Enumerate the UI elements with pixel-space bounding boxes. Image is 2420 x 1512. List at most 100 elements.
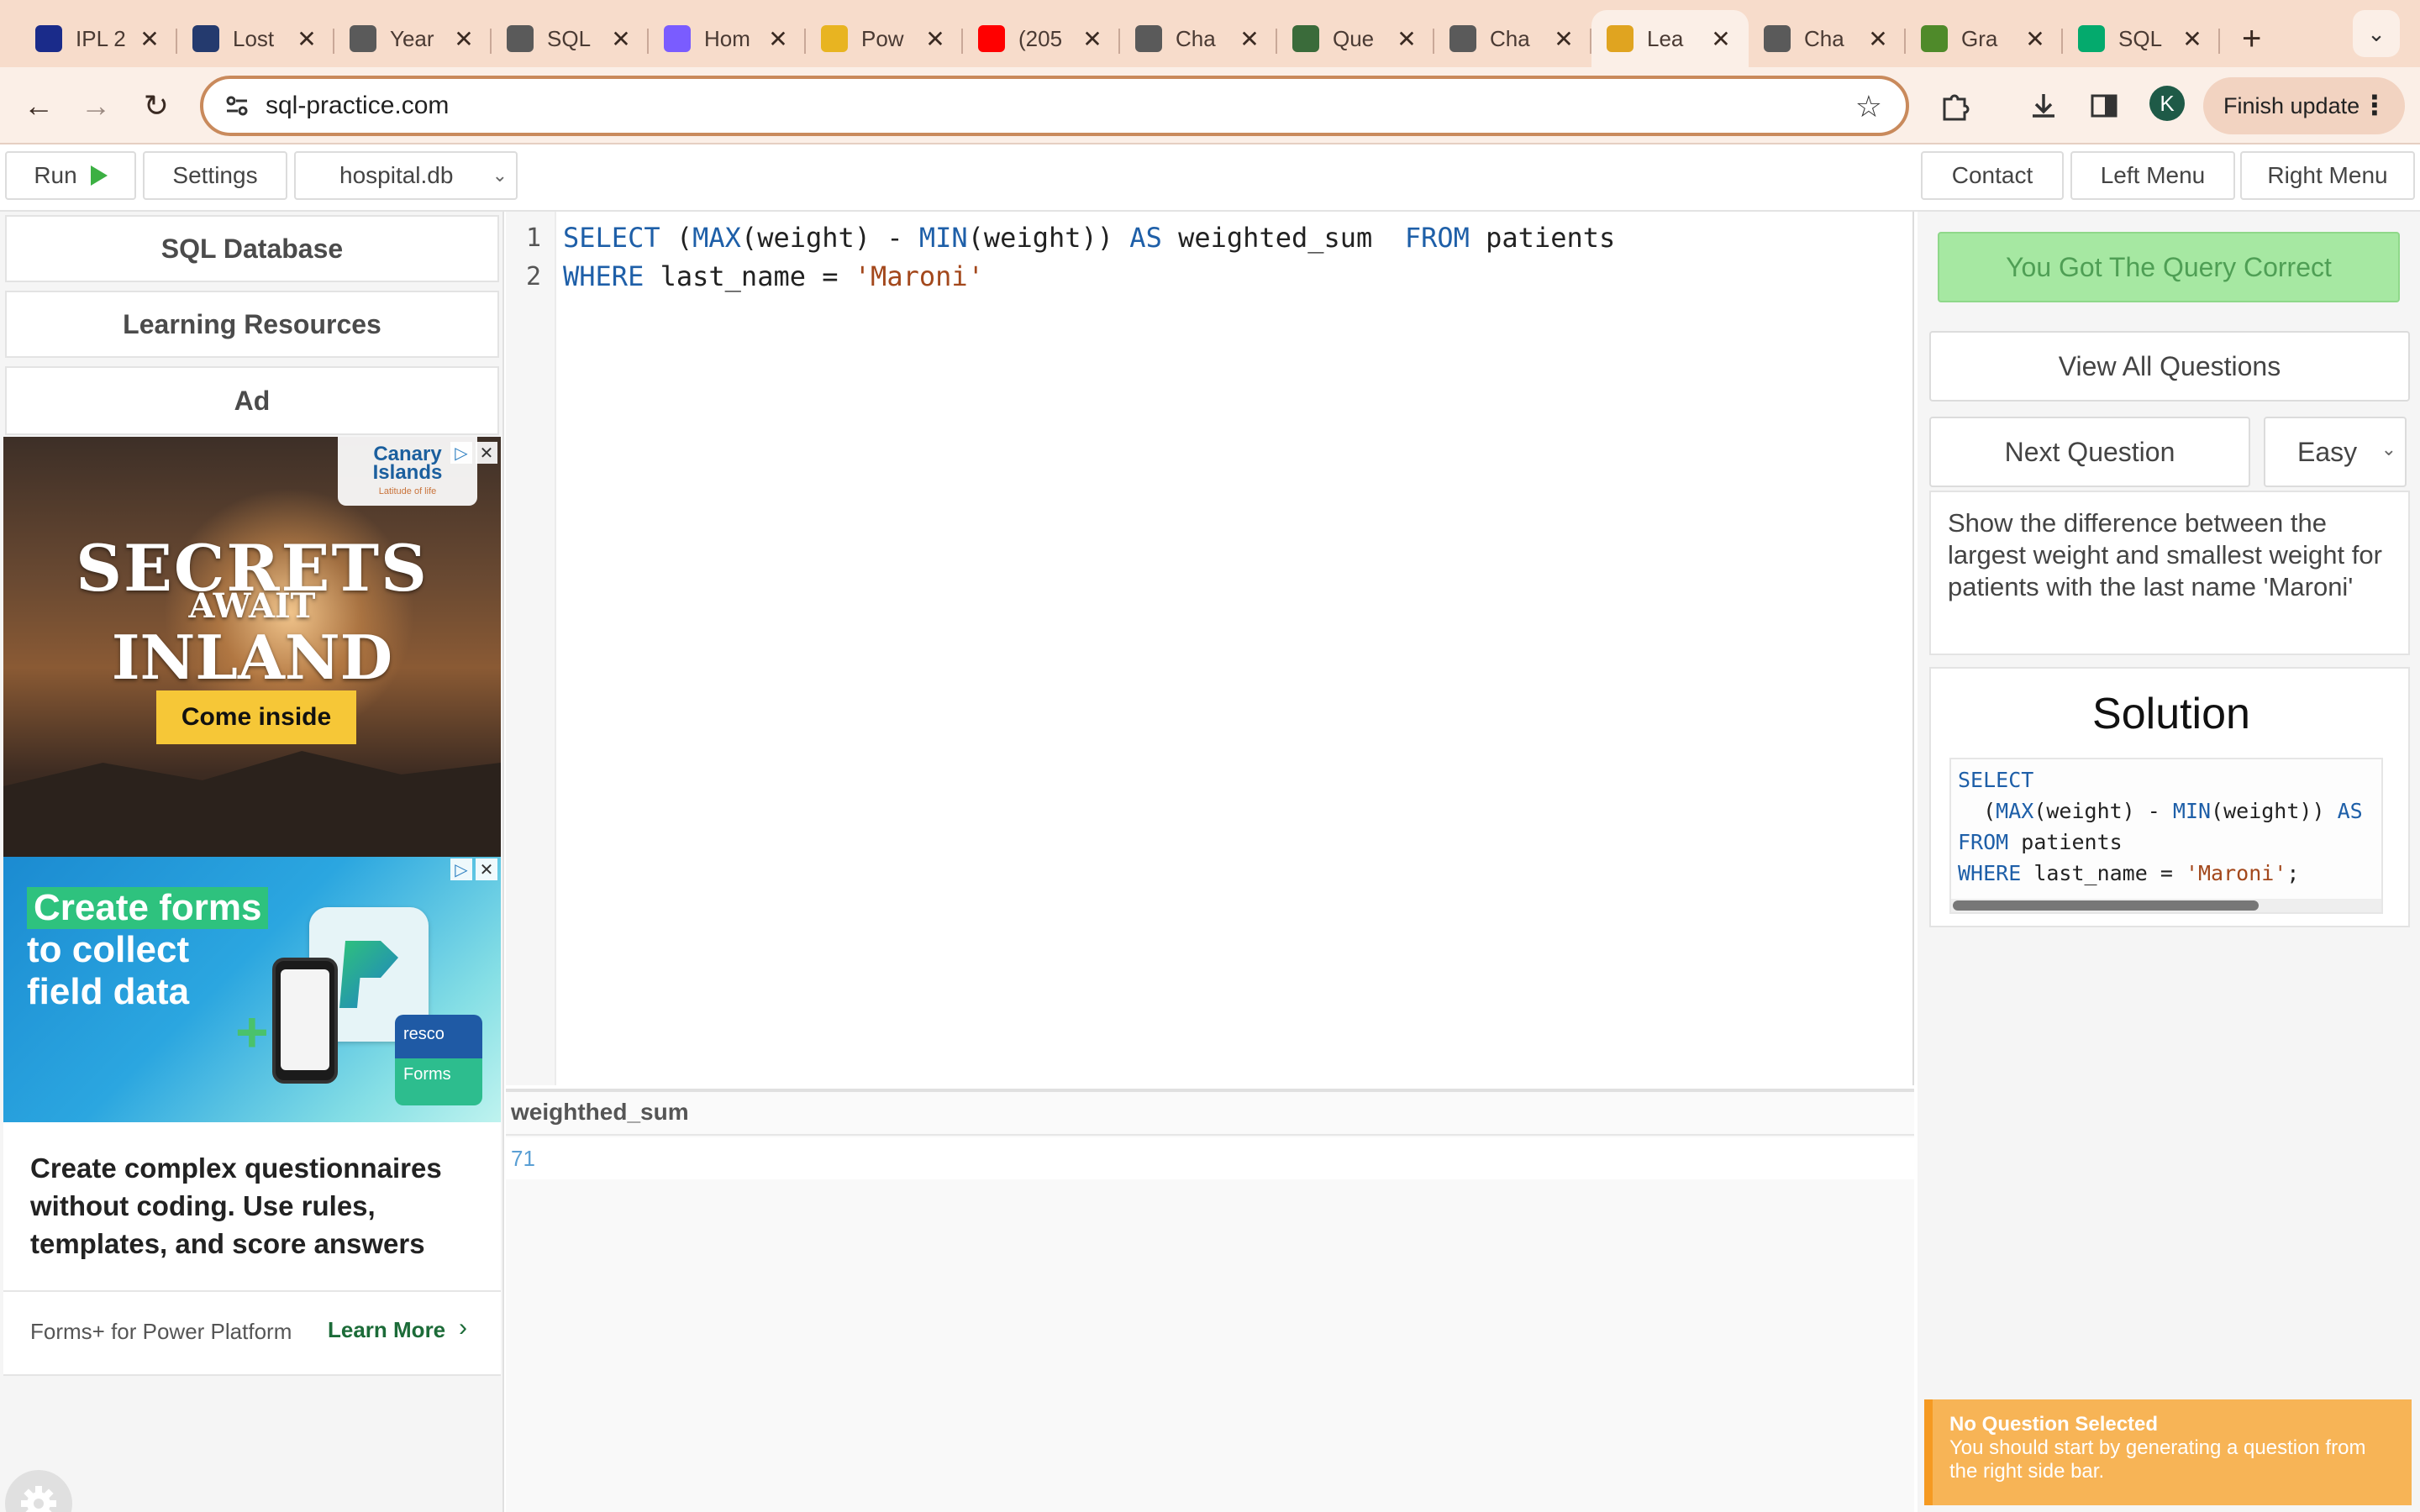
ad-header: Ad — [5, 366, 499, 435]
close-icon[interactable]: ✕ — [137, 25, 162, 53]
adchoices-icon[interactable]: ▷ — [450, 858, 472, 880]
sql-text: (weight)) — [967, 222, 1130, 254]
right-menu-button[interactable]: Right Menu — [2240, 151, 2415, 200]
copilot-icon — [664, 25, 691, 52]
reload-button[interactable]: ↻ — [138, 87, 175, 124]
w3schools-icon — [2078, 25, 2105, 52]
next-question-button[interactable]: Next Question — [1929, 417, 2250, 487]
browser-tab[interactable]: Lost ✕ — [177, 10, 334, 67]
close-icon[interactable]: ✕ — [1708, 25, 1733, 53]
difficulty-select[interactable]: Easy ⌄ — [2264, 417, 2407, 487]
left-menu-button[interactable]: Left Menu — [2070, 151, 2235, 200]
code-line[interactable]: SELECT (MAX(weight) - MIN(weight)) AS we… — [563, 222, 1615, 254]
forward-button[interactable]: → — [77, 87, 114, 124]
close-icon[interactable]: ✕ — [1237, 25, 1262, 53]
close-icon[interactable]: ✕ — [608, 25, 634, 53]
contact-label: Contact — [1951, 162, 2033, 188]
tab-search-button[interactable]: ⌄ — [2353, 10, 2400, 57]
browser-tab[interactable]: Cha ✕ — [1749, 10, 1906, 67]
close-icon[interactable]: ✕ — [1394, 25, 1419, 53]
close-icon[interactable]: ✕ — [923, 25, 948, 53]
image-thumbnail-icon — [192, 25, 219, 52]
tab-title: Cha — [1490, 25, 1530, 51]
learning-resources-button[interactable]: Learning Resources — [5, 291, 499, 358]
come-inside-button[interactable]: Come inside — [156, 690, 356, 744]
downloads-button[interactable] — [2022, 84, 2065, 128]
profile-avatar[interactable]: K — [2149, 86, 2185, 121]
tab-strip: IPL 2 ✕ Lost ✕ Year ✕ SQL ✕ Hom ✕ Pow ✕ (205 ✕ Cha ✕ Que… — [0, 0, 2261, 67]
browser-tab[interactable]: Cha ✕ — [1434, 10, 1591, 67]
tab-title: SQL — [547, 25, 592, 51]
sql-editor[interactable]: 1 2 SELECT (MAX(weight) - MIN(weight)) A… — [506, 212, 1914, 1085]
sql-keyword: FROM — [1958, 830, 2009, 854]
scrollbar-thumb[interactable] — [1953, 900, 2259, 911]
settings-button[interactable]: Settings — [143, 151, 287, 200]
question-text-box: Show the difference between the largest … — [1929, 491, 2410, 655]
browser-tab[interactable]: IPL 2 ✕ — [20, 10, 177, 67]
browser-tab[interactable]: Year ✕ — [334, 10, 492, 67]
query-correct-label: You Got The Query Correct — [2006, 251, 2332, 282]
close-icon[interactable]: ✕ — [1551, 25, 1576, 53]
browser-tab[interactable]: Cha ✕ — [1120, 10, 1277, 67]
database-select[interactable]: hospital.db ⌄ — [294, 151, 518, 200]
new-tab-button[interactable]: + — [2242, 10, 2261, 67]
browser-tab-bar: IPL 2 ✕ Lost ✕ Year ✕ SQL ✕ Hom ✕ Pow ✕ (205 ✕ Cha ✕ Que… — [0, 0, 2420, 67]
sql-database-button[interactable]: SQL Database — [5, 215, 499, 282]
view-all-questions-button[interactable]: View All Questions — [1929, 331, 2410, 402]
solution-code-block[interactable]: SELECT (MAX(weight) - MIN(weight)) AS FRO… — [1949, 758, 2383, 914]
run-button[interactable]: Run — [5, 151, 136, 200]
ad-close-icon[interactable]: ✕ — [476, 858, 497, 880]
tab-title: Lea — [1647, 25, 1684, 51]
bookmark-star-icon[interactable]: ☆ — [1855, 89, 1882, 124]
sql-string: 'Maroni' — [854, 260, 984, 292]
code-line[interactable]: WHERE last_name = 'Maroni' — [563, 260, 984, 292]
close-icon[interactable]: ✕ — [294, 25, 319, 53]
browser-tab[interactable]: Pow ✕ — [806, 10, 963, 67]
close-icon[interactable]: ✕ — [1865, 25, 1891, 53]
close-icon[interactable]: ✕ — [765, 25, 791, 53]
address-bar[interactable]: sql-practice.com ☆ — [200, 76, 1909, 136]
resco-forms-ad[interactable]: ▷ ✕ Create forms to collect field data +… — [3, 857, 501, 1122]
browser-tab[interactable]: Gra ✕ — [1906, 10, 2063, 67]
next-question-label: Next Question — [2004, 436, 2175, 467]
browser-tab[interactable]: (205 ✕ — [963, 10, 1120, 67]
finish-update-button[interactable]: Finish update ⋮ — [2203, 77, 2405, 134]
openai-icon — [507, 25, 534, 52]
browser-tab[interactable]: Que ✕ — [1277, 10, 1434, 67]
close-icon[interactable]: ✕ — [2180, 25, 2205, 53]
contact-button[interactable]: Contact — [1921, 151, 2064, 200]
tab-title: SQL — [2118, 25, 2163, 51]
extensions-button[interactable] — [1933, 84, 1976, 128]
ad-text-block[interactable]: Create complex questionnaires without co… — [3, 1122, 501, 1376]
horizontal-scrollbar[interactable] — [1951, 899, 2381, 912]
sql-keyword: MAX — [692, 222, 741, 254]
youtube-icon — [978, 25, 1005, 52]
back-button[interactable]: ← — [20, 87, 57, 124]
close-icon[interactable]: ✕ — [1080, 25, 1105, 53]
sql-text: ; — [2286, 861, 2300, 885]
close-icon[interactable]: ✕ — [451, 25, 476, 53]
line-number: 2 — [525, 262, 541, 291]
chevron-right-icon[interactable]: › — [459, 1314, 467, 1342]
browser-tab[interactable]: SQL ✕ — [2063, 10, 2220, 67]
ad-close-icon[interactable]: ✕ — [476, 442, 497, 464]
side-panel-button[interactable] — [2082, 84, 2126, 128]
settings-gear-button[interactable] — [5, 1470, 72, 1512]
tab-title: Cha — [1804, 25, 1844, 51]
chevron-down-icon: ⌄ — [2381, 438, 2396, 459]
left-menu-label: Left Menu — [2100, 162, 2206, 188]
notification-toast: No Question Selected You should start by… — [1924, 1399, 2412, 1505]
browser-tab[interactable]: Hom ✕ — [649, 10, 806, 67]
brand-tagline: Latitude of life — [378, 486, 437, 496]
site-settings-icon[interactable] — [224, 92, 250, 119]
browser-tab[interactable]: Lea ✕ — [1591, 10, 1749, 67]
close-icon[interactable]: ✕ — [2023, 25, 2048, 53]
arrow-left-icon: ← — [24, 88, 54, 123]
adchoices-icon[interactable]: ▷ — [450, 442, 472, 464]
canary-islands-ad[interactable]: Canary Islands Latitude of life ▷ ✕ SECR… — [3, 437, 501, 857]
learn-more-link[interactable]: Learn More — [328, 1317, 445, 1343]
solution-box: Solution SELECT (MAX(weight) - MIN(weigh… — [1929, 667, 2410, 927]
tab-title: Year — [390, 25, 434, 51]
puzzle-icon — [1943, 94, 1970, 121]
browser-tab[interactable]: SQL ✕ — [492, 10, 649, 67]
